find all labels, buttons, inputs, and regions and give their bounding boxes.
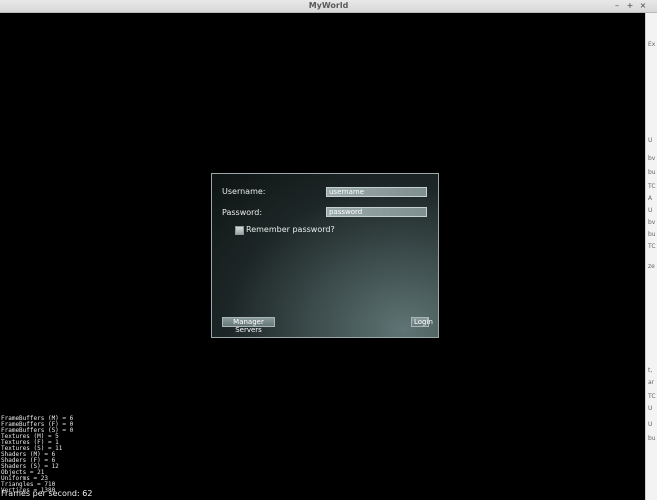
login-dialog: Username: Password: Remember password? M…	[211, 173, 439, 338]
minimize-icon[interactable]: –	[611, 0, 623, 12]
strip-fragment: U	[648, 207, 653, 214]
close-icon[interactable]: ×	[637, 0, 649, 12]
login-button[interactable]: Login	[411, 317, 433, 327]
strip-fragment: U	[648, 405, 653, 412]
password-input[interactable]	[326, 207, 427, 217]
strip-fragment: U	[648, 137, 653, 144]
background-window-strip: Ex U bv bu TC A U bv bu TC ze t, ar TC U…	[645, 13, 657, 500]
strip-fragment: TC	[648, 243, 656, 250]
strip-fragment: U	[648, 421, 653, 428]
strip-fragment: Ex	[648, 41, 656, 48]
strip-fragment: bu	[648, 231, 656, 238]
remember-password-checkbox[interactable]	[235, 226, 244, 235]
remember-password-label[interactable]: Remember password?	[246, 225, 335, 234]
strip-fragment: bv	[648, 155, 656, 162]
strip-fragment: TC	[648, 183, 656, 190]
strip-fragment: ze	[648, 263, 655, 270]
strip-fragment: bu	[648, 169, 656, 176]
username-input[interactable]	[326, 187, 427, 197]
fps-counter: Frames per second: 62	[1, 489, 93, 498]
strip-fragment: TC	[648, 393, 656, 400]
strip-fragment: bu	[648, 435, 656, 442]
strip-fragment: A	[648, 195, 653, 202]
manager-servers-button[interactable]: Manager Servers	[222, 317, 275, 334]
maximize-icon[interactable]: +	[624, 0, 636, 12]
strip-fragment: t,	[648, 367, 653, 374]
window-title: MyWorld	[308, 1, 349, 10]
strip-fragment: ar	[648, 379, 655, 386]
render-stats: FrameBuffers (M) = 6 FrameBuffers (F) = 0…	[1, 416, 73, 494]
strip-fragment: bv	[648, 219, 656, 226]
password-label: Password:	[222, 208, 263, 217]
window-titlebar[interactable]: MyWorld – + ×	[0, 0, 657, 13]
username-label: Username:	[222, 187, 266, 196]
